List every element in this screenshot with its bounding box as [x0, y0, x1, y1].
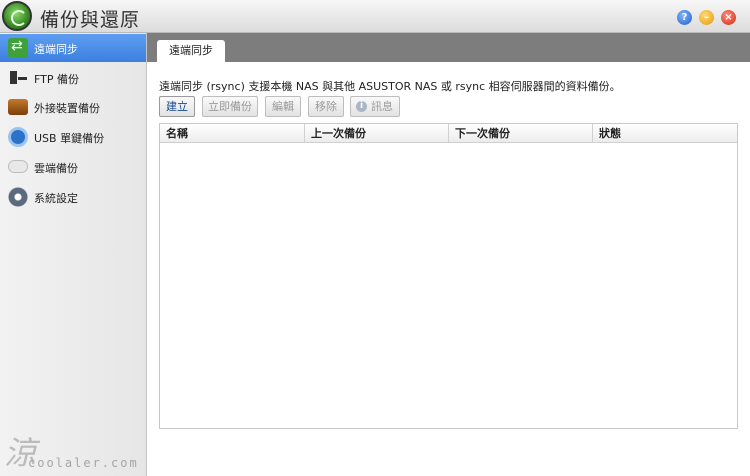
remote-sync-icon [8, 38, 28, 58]
minimize-button[interactable]: – [699, 10, 714, 25]
backup-now-button[interactable]: 立即備份 [202, 96, 258, 117]
help-button[interactable]: ? [677, 10, 692, 25]
watermark: 涼 coolaler.com [4, 428, 154, 474]
watermark-text: coolaler.com [28, 456, 139, 470]
table-header: 名稱 上一次備份 下一次備份 狀態 [160, 124, 737, 143]
cloud-icon [8, 160, 28, 173]
column-header-status[interactable]: 狀態 [593, 124, 737, 143]
info-button[interactable]: i 訊息 [350, 96, 400, 117]
sidebar-item-usb-backup[interactable]: USB 單鍵備份 [0, 123, 146, 151]
sidebar-item-external-backup[interactable]: 外接裝置備份 [0, 93, 146, 121]
main-content: 遠端同步 (rsync) 支援本機 NAS 與其他 ASUSTOR NAS 或 … [147, 62, 750, 476]
page-description: 遠端同步 (rsync) 支援本機 NAS 與其他 ASUSTOR NAS 或 … [159, 80, 621, 93]
sidebar-item-system-settings[interactable]: 系統設定 [0, 183, 146, 211]
create-button[interactable]: 建立 [159, 96, 195, 117]
column-header-last-backup[interactable]: 上一次備份 [305, 124, 449, 143]
usb-button-icon [8, 127, 28, 147]
sidebar-item-label: 雲端備份 [34, 162, 78, 175]
sidebar-item-label: 系統設定 [34, 192, 78, 205]
column-header-name[interactable]: 名稱 [160, 124, 305, 143]
sync-job-table: 名稱 上一次備份 下一次備份 狀態 [159, 123, 738, 429]
info-icon: i [356, 101, 367, 112]
ftp-icon [8, 68, 28, 88]
sidebar-item-cloud-backup[interactable]: 雲端備份 [0, 153, 146, 181]
sidebar-item-ftp-backup[interactable]: FTP 備份 [0, 64, 146, 92]
external-drive-icon [8, 99, 28, 115]
column-header-next-backup[interactable]: 下一次備份 [449, 124, 593, 143]
close-button[interactable]: × [721, 10, 736, 25]
tab-remote-sync[interactable]: 遠端同步 [157, 40, 225, 62]
backup-restore-app-icon [2, 1, 32, 31]
edit-button[interactable]: 編輯 [265, 96, 301, 117]
title-bar: 備份與還原 ? – × [0, 0, 750, 33]
sidebar-item-label: 遠端同步 [34, 43, 78, 56]
sidebar-item-label: FTP 備份 [34, 73, 79, 86]
sidebar-item-remote-sync[interactable]: 遠端同步 [0, 34, 146, 62]
sidebar-item-label: USB 單鍵備份 [34, 132, 105, 145]
gear-icon [8, 187, 28, 207]
info-button-label: 訊息 [371, 100, 393, 113]
sidebar-item-label: 外接裝置備份 [34, 102, 100, 115]
remove-button[interactable]: 移除 [308, 96, 344, 117]
sidebar: 遠端同步 FTP 備份 外接裝置備份 USB 單鍵備份 雲端備份 系統設定 [0, 33, 147, 476]
window-title: 備份與還原 [40, 9, 141, 31]
tab-strip: 遠端同步 [147, 33, 750, 62]
